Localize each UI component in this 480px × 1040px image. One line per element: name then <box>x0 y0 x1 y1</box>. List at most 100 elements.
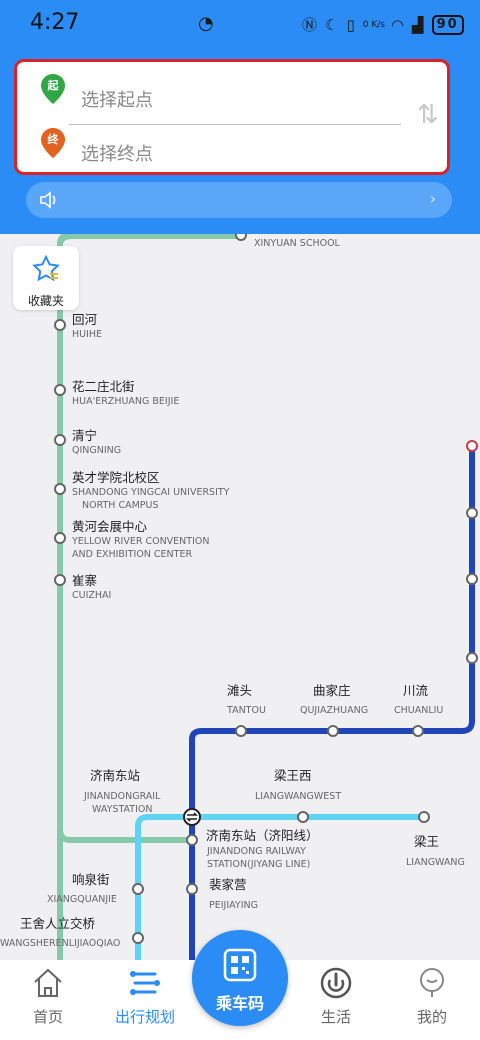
station-dot-jinandong-jy <box>186 834 198 846</box>
station-dot-chuanliu <box>412 725 424 737</box>
home-icon <box>34 968 62 997</box>
label-liangwangxi: 梁王西 <box>274 768 312 783</box>
station-dot-navy-2 <box>466 573 478 585</box>
label-jinandong-jy-en1: JINANDONG RAILWAY <box>206 846 306 857</box>
station-dot-huihe <box>54 319 66 331</box>
label-tantou: 滩头 <box>227 683 252 698</box>
green-line-top <box>57 234 240 264</box>
label-yingcai: 英才学院北校区 <box>72 470 160 485</box>
label-jinandong-jy: 济南东站（济阳线） <box>206 828 319 843</box>
route-card: 起 选择起点 终 选择终点 ⇅ <box>14 59 450 175</box>
status-icons: Ⓝ ☾ ▯ 0 K/s ◠ ▟ 90 <box>302 14 464 35</box>
label-liangwangxi-en: LIANGWANGWEST <box>255 791 341 802</box>
label-chuanliu-en: CHUANLIU <box>394 705 443 716</box>
status-time: 4:27 <box>30 10 80 35</box>
station-dot-yingcai <box>54 483 66 495</box>
route-plan-icon <box>130 971 160 995</box>
status-bar: 4:27 ◔ Ⓝ ☾ ▯ 0 K/s ◠ ▟ 90 <box>0 0 480 48</box>
label-yingcai-en1: SHANDONG YINGCAI UNIVERSITY <box>72 487 230 498</box>
favorites-label: 收藏夹 <box>27 294 64 308</box>
end-pin-icon: 终 <box>41 128 65 158</box>
label-huaer: 花二庄北街 <box>72 379 135 394</box>
life-icon <box>320 967 352 999</box>
favorites-button[interactable]: 收藏夹 <box>13 246 79 310</box>
chevron-right-icon: › <box>429 189 436 208</box>
tab-life[interactable]: 生活 <box>301 960 371 1040</box>
tab-profile-label: 我的 <box>416 1008 447 1026</box>
station-dot-xinyuan <box>235 234 247 241</box>
network-speed: 0 K/s <box>362 19 385 30</box>
vibrate-icon: ▯ <box>346 15 357 34</box>
tab-route-plan-label: 出行规划 <box>114 1008 175 1026</box>
ride-code-label: 乘车码 <box>215 994 264 1013</box>
label-huanghe: 黄河会展中心 <box>72 519 148 534</box>
station-dot-liangwangxi <box>297 811 309 823</box>
label-qujiazhuang: 曲家庄 <box>313 683 351 698</box>
label-huanghe-en2: AND EXHIBITION CENTER <box>72 549 192 560</box>
label-huihe-en: HUIHE <box>72 329 102 340</box>
station-dot-qujiazhuang <box>327 725 339 737</box>
label-wangshe: 王舍人立交桥 <box>20 916 96 931</box>
metro-map-svg[interactable]: XINYUAN SCHOOL 回河 HUIHE 花二庄北街 HUA'ERZHUA… <box>0 234 480 974</box>
start-input[interactable]: 选择起点 <box>81 86 153 112</box>
station-dot-navy-top <box>466 440 478 452</box>
qr-code-icon <box>223 948 257 982</box>
tab-life-label: 生活 <box>320 1008 351 1026</box>
tab-home-label: 首页 <box>32 1008 63 1026</box>
label-huihe: 回河 <box>72 312 98 327</box>
speaker-icon <box>38 189 60 215</box>
label-liangwang-en: LIANGWANG <box>406 857 465 868</box>
station-dot-tantou <box>235 725 247 737</box>
wifi-icon: ◠ <box>390 15 407 34</box>
label-liangwang: 梁王 <box>414 834 439 849</box>
label-tantou-en: TANTOU <box>226 705 266 716</box>
swap-vertical-icon[interactable]: ⇅ <box>417 100 439 130</box>
nfc-icon: Ⓝ <box>302 16 320 34</box>
transfer-icon <box>183 808 201 826</box>
station-dot-cuizhai <box>54 574 66 586</box>
label-huanghe-en1: YELLOW RIVER CONVENTION <box>71 536 209 547</box>
battery-indicator: 90 <box>431 14 464 35</box>
label-yingcai-en2: NORTH CAMPUS <box>82 500 159 511</box>
end-input[interactable]: 选择终点 <box>81 140 153 166</box>
label-peijiaying: 裴家营 <box>209 877 247 892</box>
label-jinandong-en2: WAYSTATION <box>92 804 152 815</box>
label-wangshe-en: WANGSHERENLIJIAOQIAO <box>0 938 120 949</box>
label-jinandong: 济南东站 <box>90 768 140 783</box>
metro-map[interactable]: XINYUAN SCHOOL 回河 HUIHE 花二庄北街 HUA'ERZHUA… <box>0 234 480 974</box>
tab-home[interactable]: 首页 <box>13 960 83 1040</box>
label-jinandong-jy-en2: STATION(JIYANG LINE) <box>207 859 310 870</box>
label-jinandong-en1: JINANDONGRAIL <box>83 791 161 802</box>
start-pin-icon: 起 <box>41 74 65 104</box>
route-header: 起 选择起点 终 选择终点 ⇅ › <box>0 48 480 234</box>
ride-code-button[interactable]: 乘车码 <box>192 930 288 1026</box>
moon-icon: ☾ <box>325 15 341 34</box>
label-huaer-en: HUA'ERZHUANG BEIJIE <box>72 396 179 407</box>
tab-profile[interactable]: 我的 <box>397 960 467 1040</box>
label-xiangquan: 响泉街 <box>72 872 110 887</box>
station-dot-qingning <box>54 434 66 446</box>
label-qingning-en: QINGNING <box>72 445 121 456</box>
route-divider <box>69 124 401 125</box>
station-dot-liangwang <box>418 811 430 823</box>
station-dot-huaer <box>54 384 66 396</box>
label-cuizhai: 崔寨 <box>72 573 97 588</box>
station-dot-peijiaying <box>186 883 198 895</box>
label-cuizhai-en: CUIZHAI <box>72 590 111 601</box>
label-chuanliu: 川流 <box>403 683 429 698</box>
station-dot-navy-1 <box>466 507 478 519</box>
label-qingning: 清宁 <box>72 428 97 443</box>
signal-icon: ▟ <box>412 15 426 34</box>
label-qujiazhuang-en: QUJIAZHUANG <box>300 705 368 716</box>
station-dot-navy-3 <box>466 652 478 664</box>
tab-route-plan[interactable]: 出行规划 <box>110 960 180 1040</box>
notification-icon: ◔ <box>198 13 214 34</box>
notice-bar[interactable]: › <box>26 182 452 218</box>
label-peijiaying-en: PEIJIAYING <box>209 900 258 911</box>
station-dot-xiangquan <box>132 883 144 895</box>
label-xiangquan-en: XIANGQUANJIE <box>47 894 117 905</box>
profile-icon <box>420 968 444 997</box>
station-dot-huanghe <box>54 532 66 544</box>
label-xinyuan-en: XINYUAN SCHOOL <box>254 238 341 249</box>
station-dot-wangshe <box>132 932 144 944</box>
